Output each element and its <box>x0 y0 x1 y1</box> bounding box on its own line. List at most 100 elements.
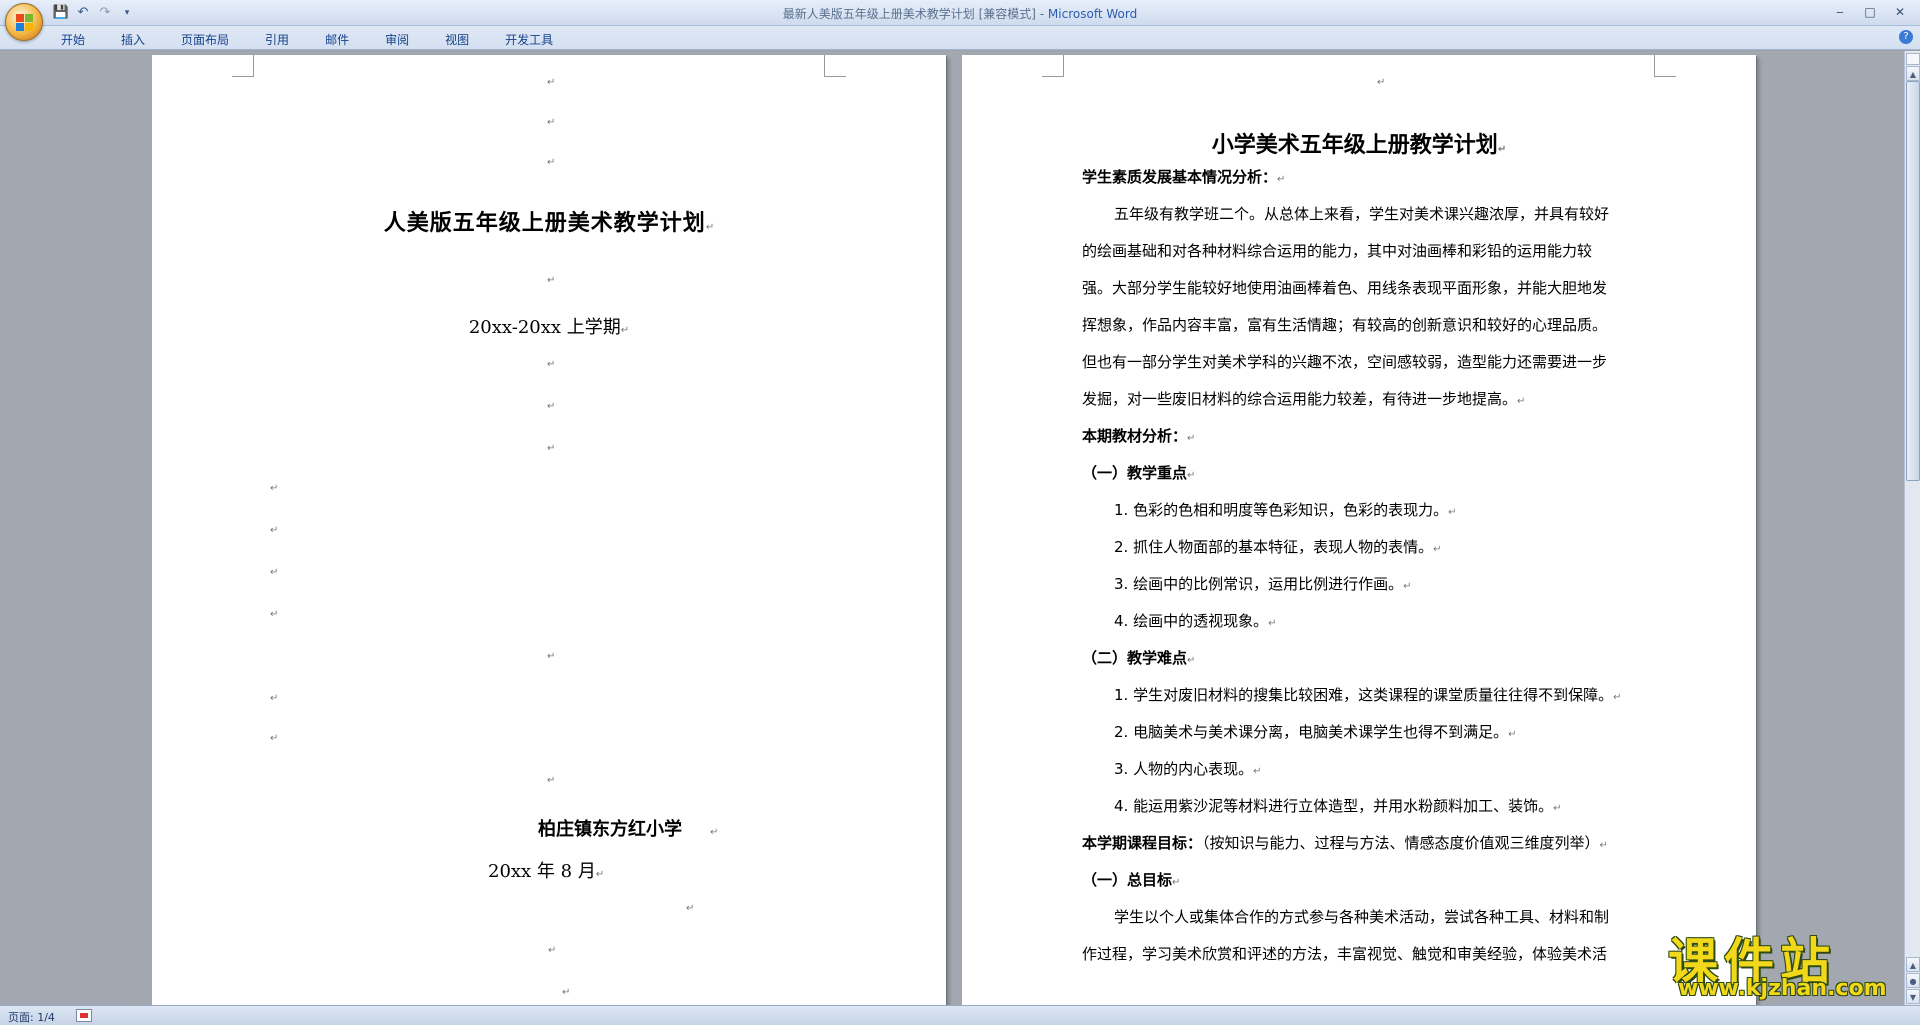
vertical-scrollbar[interactable]: ▲ ▲ ● ▼ <box>1904 51 1920 1005</box>
paragraph-mark: ↵ <box>562 987 571 998</box>
cover-school: 柏庄镇东方红小学 <box>538 819 682 840</box>
proofing-status-icon[interactable] <box>76 1009 92 1022</box>
paragraph-mark: ↵ <box>1377 77 1386 88</box>
crop-mark <box>1654 55 1676 77</box>
list-item: 1. 色彩的色相和明度等色彩知识，色彩的表现力。↵ <box>1114 501 1457 519</box>
subheading-line: （一）总目标↵ <box>1082 871 1181 889</box>
list-item-text: 3. 人物的内心表现。 <box>1114 760 1254 778</box>
list-item-text: 1. 色彩的色相和明度等色彩知识，色彩的表现力。 <box>1114 501 1449 519</box>
document-title: 最新人美版五年级上册美术教学计划 [兼容模式] - <box>782 7 1048 21</box>
paragraph-mark: ↵ <box>547 775 556 786</box>
text-line: 发掘，对一些废旧材料的综合运用能力较差，有待进一步地提高。 <box>1082 390 1518 408</box>
section-heading-course-goals: 本学期课程目标： <box>1082 834 1203 852</box>
window-controls: ‒ □ ✕ <box>1828 3 1912 21</box>
office-logo-icon <box>16 14 34 32</box>
text-line: 作过程，学习美术欣赏和评述的方法，丰富视觉、触觉和审美经验，体验美术活 <box>1082 945 1608 963</box>
document-workspace[interactable]: ↵ ↵ ↵ 人美版五年级上册美术教学计划↵ ↵ 20xx-20xx 上学期↵ ↵… <box>0 51 1904 1005</box>
close-icon[interactable]: ✕ <box>1888 3 1912 21</box>
list-item: 2. 抓住人物面部的基本特征，表现人物的表情。↵ <box>1114 538 1442 556</box>
status-bar: 页面: 1/4 <box>0 1005 1920 1025</box>
office-button[interactable] <box>5 3 43 41</box>
paragraph-mark: ↵ <box>270 525 279 536</box>
paragraph-line: 但也有一部分学生对美术学科的兴趣不浓，空间感较弱，造型能力还需要进一步 <box>1082 344 1637 381</box>
tab-page-layout[interactable]: 页面布局 <box>173 29 237 50</box>
list-item: 2. 电脑美术与美术课分离，电脑美术课学生也得不到满足。↵ <box>1114 723 1517 741</box>
page-cover[interactable]: ↵ ↵ ↵ 人美版五年级上册美术教学计划↵ ↵ 20xx-20xx 上学期↵ ↵… <box>152 55 946 1005</box>
paragraph-line: 强。大部分学生能较好地使用油画棒着色、用线条表现平面形象，并能大胆地发 <box>1082 270 1637 307</box>
paragraph-mark: ↵ <box>547 77 556 88</box>
page-count-status[interactable]: 页面: 1/4 <box>8 1009 55 1025</box>
help-icon[interactable]: ? <box>1899 30 1913 44</box>
list-item-text: 2. 抓住人物面部的基本特征，表现人物的表情。 <box>1114 538 1434 556</box>
plan-title-line: 小学美术五年级上册教学计划↵ <box>1211 132 1507 158</box>
section-heading-line: 本学期课程目标：（按知识与能力、过程与方法、情感态度价值观三维度列举）↵ <box>1082 834 1608 852</box>
list-item-text: 4. 绘画中的透视现象。 <box>1114 612 1269 630</box>
cover-title-line: 人美版五年级上册美术教学计划↵ <box>383 210 715 236</box>
watermark-url: www.kjzhan.com <box>1678 976 1887 1001</box>
crop-mark <box>1042 55 1064 77</box>
text-line: 学生以个人或集体合作的方式参与各种美术活动，尝试各种工具、材料和制 <box>1114 908 1610 926</box>
paragraph-mark: ↵ <box>686 903 695 914</box>
section-heading-line: 本期教材分析：↵ <box>1082 427 1196 445</box>
scroll-up-icon[interactable]: ▲ <box>1906 66 1920 81</box>
tab-mailings[interactable]: 邮件 <box>317 29 357 50</box>
tab-review[interactable]: 审阅 <box>377 29 417 50</box>
paragraph-mark: ↵ <box>547 651 556 662</box>
subheading-difficulties: （二）教学难点 <box>1082 649 1188 667</box>
text-line: 强。大部分学生能较好地使用油画棒着色、用线条表现平面形象，并能大胆地发 <box>1082 279 1608 297</box>
paragraph-mark: ↵ <box>547 443 556 454</box>
tab-home[interactable]: 开始 <box>53 29 93 50</box>
paragraph-line: 作过程，学习美术欣赏和评述的方法，丰富视觉、触觉和审美经验，体验美术活 <box>1082 936 1637 973</box>
paragraph-mark: ↵ <box>270 609 279 620</box>
page-plan[interactable]: ↵ 小学美术五年级上册教学计划↵ 学生素质发展基本情况分析：↵ 五年级有教学班二… <box>962 55 1756 1005</box>
list-item: 4. 能运用紫沙泥等材料进行立体造型，并用水粉颜料加工、装饰。↵ <box>1114 797 1562 815</box>
restore-icon[interactable]: □ <box>1858 3 1882 21</box>
paragraph-mark: ↵ <box>270 693 279 704</box>
paragraph-mark: ↵ <box>547 117 556 128</box>
section-heading-student-analysis: 学生素质发展基本情况分析： <box>1082 168 1278 186</box>
text-line: 的绘画基础和对各种材料综合运用的能力，其中对油画棒和彩铅的运用能力较 <box>1082 242 1593 260</box>
paragraph-mark: ↵ <box>547 157 556 168</box>
list-item-text: 4. 能运用紫沙泥等材料进行立体造型，并用水粉颜料加工、装饰。 <box>1114 797 1554 815</box>
cover-term: 20xx-20xx 上学期 <box>468 317 621 338</box>
paragraph-mark: ↵ <box>270 567 279 578</box>
subheading-line: （一）教学重点↵ <box>1082 464 1196 482</box>
text-line: 挥想象，作品内容丰富，富有生活情趣；有较高的创新意识和较好的心理品质。 <box>1082 316 1608 334</box>
tab-view[interactable]: 视图 <box>437 29 477 50</box>
text-line: 但也有一部分学生对美术学科的兴趣不浓，空间感较弱，造型能力还需要进一步 <box>1082 353 1608 371</box>
section-heading-line: 学生素质发展基本情况分析：↵ <box>1082 168 1286 186</box>
paragraph-line: 的绘画基础和对各种材料综合运用的能力，其中对油画棒和彩铅的运用能力较 <box>1082 233 1637 270</box>
paragraph-line: 挥想象，作品内容丰富，富有生活情趣；有较高的创新意识和较好的心理品质。 <box>1082 307 1637 344</box>
previous-page-icon[interactable]: ▲ <box>1906 957 1920 972</box>
paragraph-line: 发掘，对一些废旧材料的综合运用能力较差，有待进一步地提高。↵ <box>1082 390 1526 408</box>
list-item-text: 3. 绘画中的比例常识，运用比例进行作画。 <box>1114 575 1404 593</box>
list-item: 1. 学生对废旧材料的搜集比较困难，这类课程的课堂质量往往得不到保障。↵ <box>1114 686 1622 704</box>
cover-title: 人美版五年级上册美术教学计划 <box>383 210 706 236</box>
subheading-overall-goal: （一）总目标 <box>1082 871 1173 889</box>
paragraph-mark: ↵ <box>270 733 279 744</box>
tab-references[interactable]: 引用 <box>257 29 297 50</box>
list-item-text: 2. 电脑美术与美术课分离，电脑美术课学生也得不到满足。 <box>1114 723 1509 741</box>
ruler-toggle-icon[interactable] <box>1906 53 1920 65</box>
paragraph-line: 学生以个人或集体合作的方式参与各种美术活动，尝试各种工具、材料和制 <box>1082 899 1637 936</box>
tab-developer[interactable]: 开发工具 <box>497 29 561 50</box>
title-bar: 💾 ↶ ↷ ▾ 最新人美版五年级上册美术教学计划 [兼容模式] - Micros… <box>0 0 1920 26</box>
scrollbar-thumb[interactable] <box>1906 81 1920 481</box>
subheading-line: （二）教学难点↵ <box>1082 649 1196 667</box>
cover-term-line: 20xx-20xx 上学期↵ <box>468 317 630 338</box>
list-item: 4. 绘画中的透视现象。↵ <box>1114 612 1277 630</box>
tab-insert[interactable]: 插入 <box>113 29 153 50</box>
cover-date-line: 20xx 年 8 月↵ <box>488 861 605 882</box>
minimize-icon[interactable]: ‒ <box>1828 3 1852 21</box>
paragraph-mark: ↵ <box>270 483 279 494</box>
crop-mark <box>232 55 254 77</box>
paragraph-mark: ↵ <box>547 275 556 286</box>
ribbon-tab-bar: 开始 插入 页面布局 引用 邮件 审阅 视图 开发工具 ? <box>0 26 1920 50</box>
goals-note: （按知识与能力、过程与方法、情感态度价值观三维度列举） <box>1202 834 1600 852</box>
list-item-text: 1. 学生对废旧材料的搜集比较困难，这类课程的课堂质量往往得不到保障。 <box>1114 686 1614 704</box>
browse-object-icon[interactable]: ● <box>1906 973 1920 988</box>
paragraph-line: 五年级有教学班二个。从总体上来看，学生对美术课兴趣浓厚，并具有较好 <box>1082 196 1637 233</box>
cover-school-line: 柏庄镇东方红小学 ↵ <box>538 819 719 840</box>
list-item: 3. 人物的内心表现。↵ <box>1114 760 1262 778</box>
next-page-icon[interactable]: ▼ <box>1906 989 1920 1004</box>
